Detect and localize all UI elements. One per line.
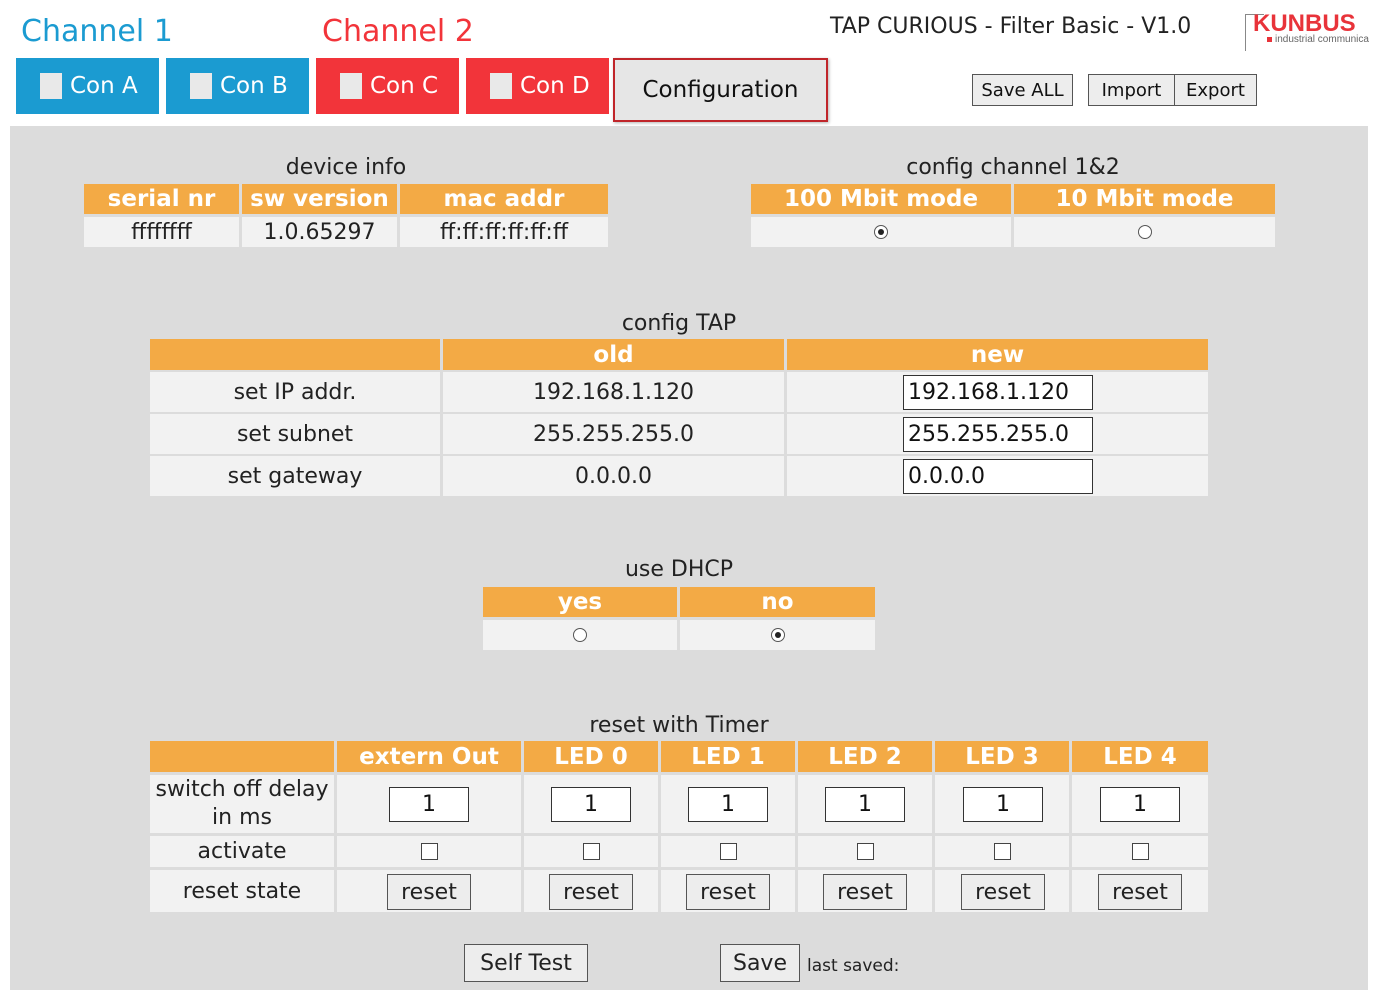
activate-cell [337,836,521,867]
tap-row-label: set IP addr. [150,372,440,412]
dhcp-header-yes: yes [483,587,677,617]
activate-checkbox[interactable] [719,843,737,860]
kunbus-logo: KUNBUS industrial communica [1245,10,1373,52]
reset-button-led0[interactable]: reset [549,874,633,910]
activate-checkbox[interactable] [582,843,600,860]
self-test-button[interactable]: Self Test [464,944,588,982]
save-all-button[interactable]: Save ALL [972,74,1073,106]
device-info-header: serial nr [84,184,239,214]
mac-addr-value: ff:ff:ff:ff:ff:ff [400,217,608,247]
device-info-title: device info [285,155,407,180]
tap-row-label: set subnet [150,414,440,454]
activate-checkbox[interactable] [993,843,1011,860]
delay-input-led2[interactable]: 1 [825,787,905,822]
tap-ip-old: 192.168.1.120 [443,372,784,412]
mode-10-radio[interactable] [1137,225,1152,239]
tap-header-new: new [787,339,1208,370]
subnet-input[interactable]: 255.255.255.0 [903,417,1093,452]
timer-header-led0: LED 0 [524,741,658,772]
dhcp-yes-radio[interactable] [573,628,587,642]
delay-input-extern-out[interactable]: 1 [389,787,469,822]
dhcp-no-radio[interactable] [770,628,785,642]
reset-button-led3[interactable]: reset [961,874,1045,910]
status-box-icon [40,73,62,99]
delay-input-led4[interactable]: 1 [1100,787,1180,822]
activate-cell [524,836,658,867]
serial-number-value: ffffffff [84,217,239,247]
config-tap-title: config TAP [621,311,737,336]
tab-configuration[interactable]: Configuration [613,58,828,122]
channel-1-title: Channel 1 [21,14,173,49]
tab-label: Con C [370,73,439,99]
delay-row-label: switch off delay in ms [150,775,334,833]
dhcp-title: use DHCP [624,557,734,582]
tap-gateway-old: 0.0.0.0 [443,456,784,496]
tab-con-c[interactable]: Con C [316,58,459,114]
activate-row-label: activate [150,836,334,867]
status-box-icon [190,73,212,99]
channel-2-title: Channel 2 [322,14,474,49]
export-button[interactable]: Export [1174,74,1257,106]
dhcp-header-no: no [680,587,875,617]
timer-header-led1: LED 1 [661,741,795,772]
sw-version-value: 1.0.65297 [242,217,397,247]
tab-label: Con A [70,73,138,99]
last-saved-label: last saved: [807,956,900,976]
delay-input-led1[interactable]: 1 [688,787,768,822]
device-info-header: sw version [242,184,397,214]
tab-con-a[interactable]: Con A [16,58,159,114]
status-box-icon [340,73,362,99]
activate-cell [935,836,1069,867]
timer-title: reset with Timer [589,713,769,738]
activate-checkbox[interactable] [1131,843,1149,860]
timer-header-extern-out: extern Out [337,741,521,772]
timer-header-led4: LED 4 [1072,741,1208,772]
save-button[interactable]: Save [720,944,800,982]
dhcp-no-cell [680,620,875,650]
timer-header-blank [150,741,334,772]
device-info-header: mac addr [400,184,608,214]
channel-mode-header: 10 Mbit mode [1014,184,1275,214]
config-panel: device info serial nr sw version mac add… [10,126,1368,990]
timer-header-led3: LED 3 [935,741,1069,772]
tap-row-label: set gateway [150,456,440,496]
tab-con-d[interactable]: Con D [466,58,609,114]
activate-cell [661,836,795,867]
tab-label: Con D [520,73,590,99]
mode-100-radio[interactable] [874,225,888,239]
import-button[interactable]: Import [1088,74,1175,106]
tap-header-old: old [443,339,784,370]
dhcp-yes-cell [483,620,677,650]
reset-button-led1[interactable]: reset [686,874,770,910]
tap-header-blank [150,339,440,370]
activate-cell [1072,836,1208,867]
activate-checkbox[interactable] [856,843,874,860]
status-box-icon [490,73,512,99]
reset-button-led2[interactable]: reset [823,874,907,910]
reset-button-extern-out[interactable]: reset [387,874,471,910]
mode-100-cell [751,217,1011,247]
timer-header-led2: LED 2 [798,741,932,772]
ip-addr-input[interactable]: 192.168.1.120 [903,375,1093,410]
gateway-input[interactable]: 0.0.0.0 [903,459,1093,494]
reset-row-label: reset state [150,870,334,912]
app-title: TAP CURIOUS - Filter Basic - V1.0 [830,14,1192,39]
tab-con-b[interactable]: Con B [166,58,309,114]
activate-checkbox[interactable] [420,843,438,860]
delay-input-led0[interactable]: 1 [551,787,631,822]
tap-subnet-old: 255.255.255.0 [443,414,784,454]
tab-label: Con B [220,73,288,99]
activate-cell [798,836,932,867]
reset-button-led4[interactable]: reset [1098,874,1182,910]
channel-mode-header: 100 Mbit mode [751,184,1011,214]
delay-input-led3[interactable]: 1 [963,787,1043,822]
mode-10-cell [1014,217,1275,247]
config-channel-title: config channel 1&2 [906,155,1120,180]
